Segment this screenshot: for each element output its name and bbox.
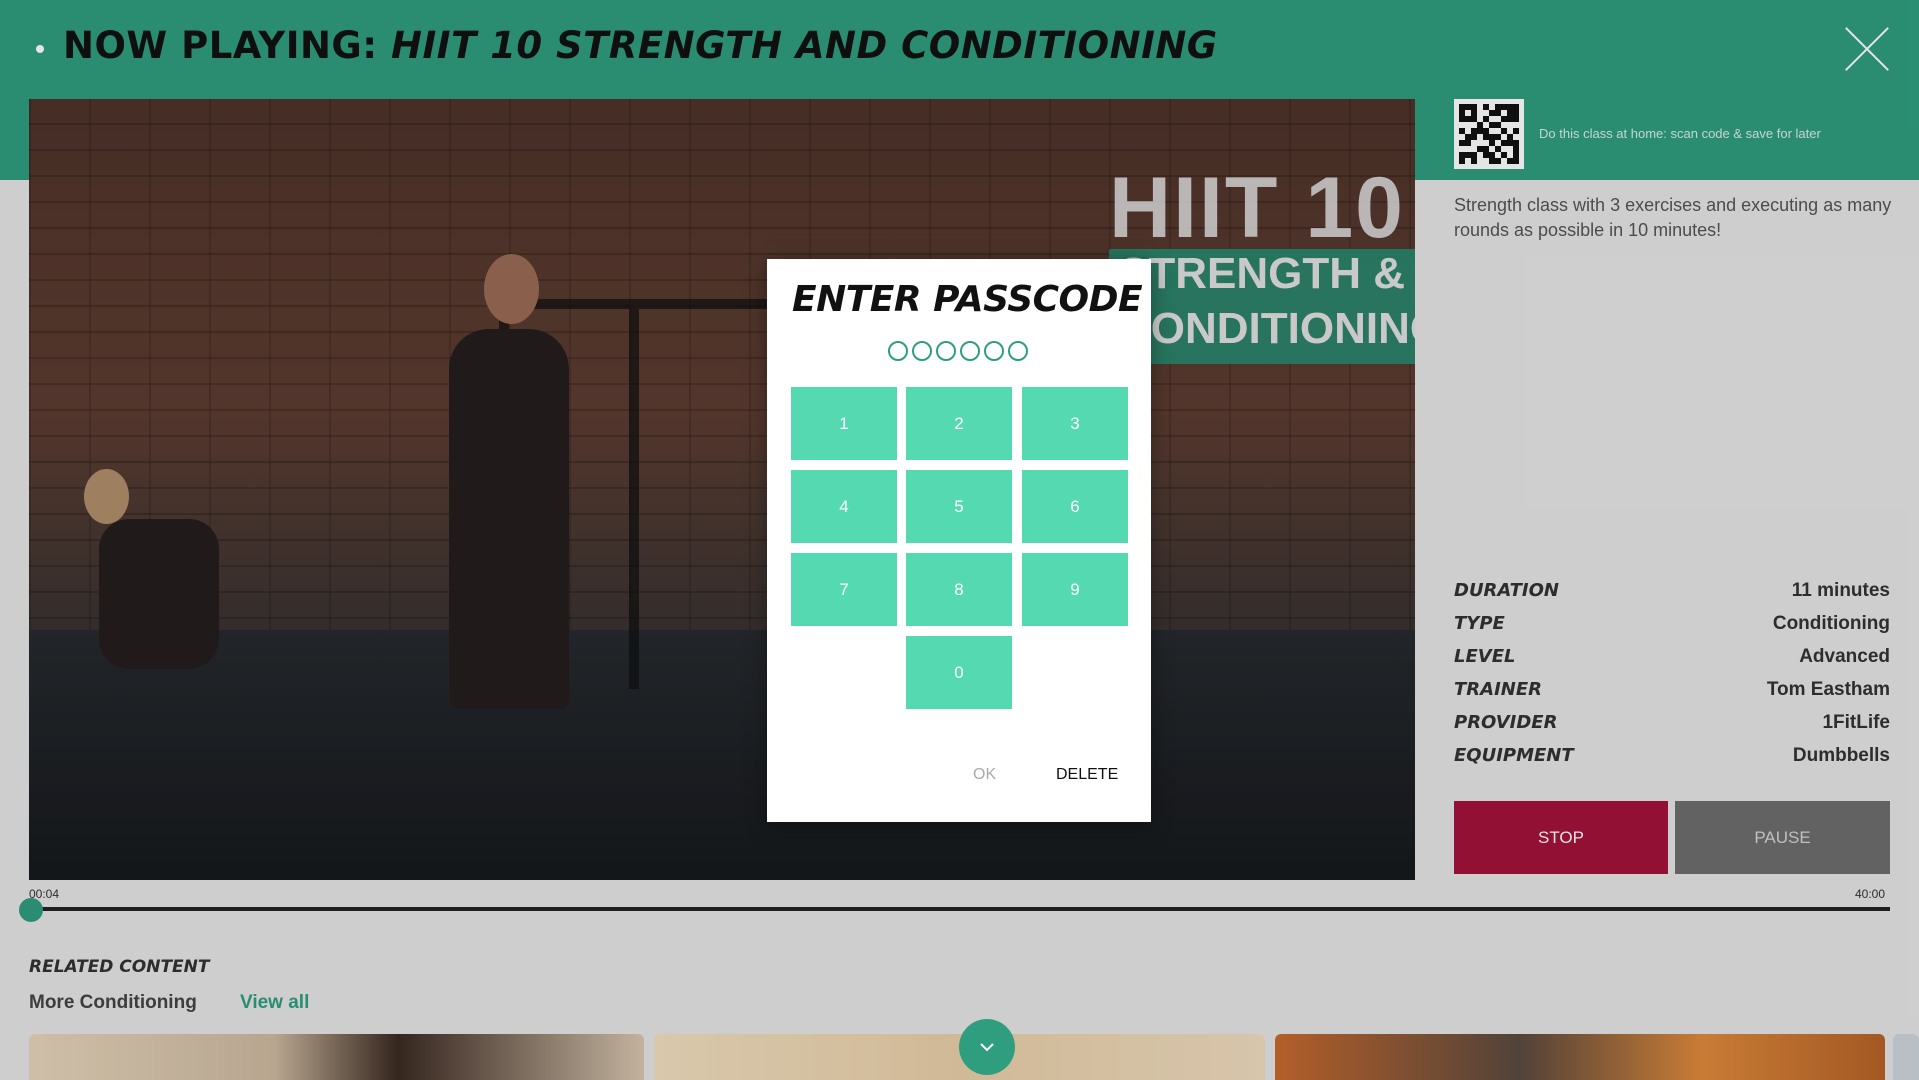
delete-button[interactable]: DELETE (1056, 766, 1118, 784)
meta-key: TRAINER (1454, 679, 1542, 700)
meta-value: 1FitLife (1822, 711, 1890, 733)
progress-track[interactable] (29, 907, 1890, 911)
passcode-modal: ENTER PASSCODE 1 2 3 4 5 6 7 8 9 0 OK DE… (767, 259, 1151, 822)
meta-equipment: EQUIPMENT Dumbbells (1454, 739, 1890, 772)
meta-value: Advanced (1799, 645, 1890, 667)
passcode-dot (960, 341, 980, 361)
qr-code-pattern (1459, 104, 1519, 164)
related-thumbnail[interactable] (1893, 1034, 1919, 1080)
meta-provider: PROVIDER 1FitLife (1454, 706, 1890, 739)
close-icon[interactable] (1843, 25, 1891, 73)
progress-scrubber[interactable] (19, 898, 43, 922)
passcode-dot (888, 341, 908, 361)
bullet-icon (36, 45, 44, 53)
meta-key: EQUIPMENT (1454, 745, 1574, 766)
passcode-dot (936, 341, 956, 361)
chevron-down-icon[interactable] (959, 1019, 1015, 1075)
keypad-key-1[interactable]: 1 (791, 387, 897, 460)
modal-title: ENTER PASSCODE (792, 279, 1143, 320)
keypad-key-4[interactable]: 4 (791, 470, 897, 543)
keypad-key-2[interactable]: 2 (906, 387, 1012, 460)
meta-level: LEVEL Advanced (1454, 640, 1890, 673)
pause-button[interactable]: PAUSE (1675, 801, 1890, 874)
meta-type: TYPE Conditioning (1454, 607, 1890, 640)
meta-value: Conditioning (1772, 612, 1890, 634)
stop-button[interactable]: STOP (1454, 801, 1668, 874)
ok-button[interactable]: OK (973, 766, 996, 784)
video-dim (29, 99, 1415, 880)
related-title: RELATED CONTENT (29, 957, 210, 977)
video-player[interactable]: HIIT 10 STRENGTH & CONDITIONING (29, 99, 1415, 880)
passcode-indicator (888, 341, 1028, 361)
keypad-key-8[interactable]: 8 (906, 553, 1012, 626)
meta-key: LEVEL (1454, 646, 1516, 667)
class-description: Strength class with 3 exercises and exec… (1454, 195, 1892, 240)
keypad-key-3[interactable]: 3 (1022, 387, 1128, 460)
passcode-dot (912, 341, 932, 361)
related-thumbnail[interactable] (29, 1034, 644, 1080)
qr-code (1454, 99, 1524, 169)
class-title: HIIT 10 STRENGTH AND CONDITIONING (390, 24, 1218, 67)
meta-key: DURATION (1454, 580, 1559, 601)
total-time: 40:00 (1855, 887, 1886, 901)
keypad-key-7[interactable]: 7 (791, 553, 897, 626)
meta-trainer: TRAINER Tom Eastham (1454, 673, 1890, 706)
qr-caption: Do this class at home: scan code & save … (1539, 126, 1821, 141)
now-playing-title: NOW PLAYING: HIIT 10 STRENGTH AND CONDIT… (63, 24, 1218, 67)
keypad-key-9[interactable]: 9 (1022, 553, 1128, 626)
meta-key: PROVIDER (1454, 712, 1558, 733)
keypad-key-0[interactable]: 0 (906, 636, 1012, 709)
view-all-link[interactable]: View all (240, 992, 309, 1014)
keypad-key-6[interactable]: 6 (1022, 470, 1128, 543)
meta-value: 11 minutes (1791, 579, 1890, 601)
related-subtitle: More Conditioning (29, 992, 197, 1013)
passcode-dot (984, 341, 1004, 361)
meta-key: TYPE (1454, 613, 1505, 634)
keypad-key-5[interactable]: 5 (906, 470, 1012, 543)
passcode-dot (1008, 341, 1028, 361)
related-thumbnail[interactable] (1275, 1034, 1885, 1080)
meta-value: Tom Eastham (1766, 678, 1890, 700)
meta-duration: DURATION 11 minutes (1454, 574, 1890, 607)
meta-value: Dumbbells (1792, 744, 1890, 766)
